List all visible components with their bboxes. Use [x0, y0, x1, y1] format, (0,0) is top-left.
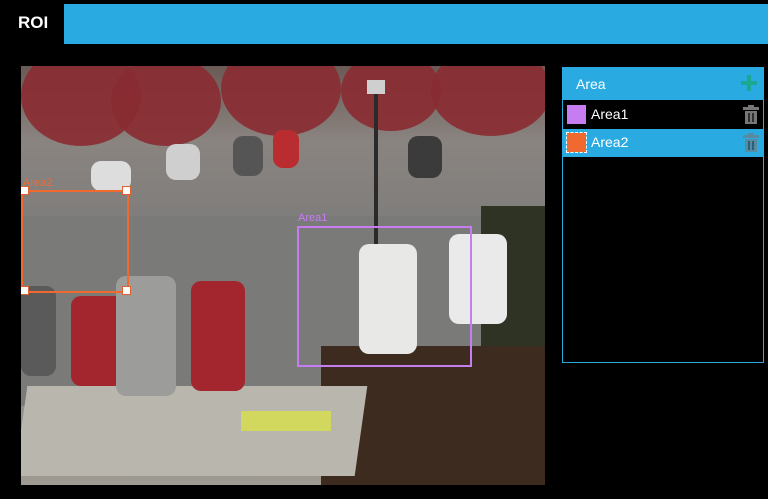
tree [221, 66, 341, 136]
area2-resize-handle-tl[interactable] [21, 186, 29, 195]
trash-icon[interactable] [743, 105, 759, 124]
area2-roi-box[interactable] [21, 190, 129, 293]
trash-icon-bin [745, 111, 757, 124]
area2-resize-handle-bl[interactable] [21, 286, 29, 295]
top-bar: ROI [0, 0, 768, 44]
area-panel: Area Area1 Area2 [562, 67, 764, 363]
painted-stripe [241, 411, 331, 431]
car [191, 281, 245, 391]
tree [111, 66, 221, 146]
area-list-item-area1[interactable]: Area1 [563, 101, 763, 129]
area-label: Area2 [591, 134, 629, 150]
area1-overlay-label: Area1 [298, 212, 328, 224]
color-swatch[interactable] [566, 132, 587, 153]
trash-icon-bin [745, 139, 757, 152]
plus-icon[interactable] [739, 73, 759, 93]
area2-resize-handle-br[interactable] [122, 286, 131, 295]
area-panel-title: Area [576, 76, 606, 92]
car [21, 286, 56, 376]
trash-icon[interactable] [743, 133, 759, 152]
color-swatch[interactable] [567, 105, 586, 124]
car [273, 130, 299, 168]
sidewalk [21, 386, 368, 476]
area1-roi-box[interactable] [297, 226, 472, 367]
area-panel-header: Area [563, 68, 763, 100]
trash-icon-lid [743, 107, 759, 110]
tree [341, 66, 441, 131]
trash-icon-lid [743, 135, 759, 138]
car [233, 136, 263, 176]
light-pole-head [367, 80, 385, 94]
car [408, 136, 442, 178]
car [166, 144, 200, 180]
camera-view[interactable]: Area1 Area2 [21, 66, 545, 485]
area2-resize-handle-tr[interactable] [122, 186, 131, 195]
area-label: Area1 [591, 106, 629, 122]
area-list-item-area2[interactable]: Area2 [563, 129, 763, 157]
tab-roi[interactable]: ROI [0, 0, 64, 44]
header-strip [64, 4, 768, 44]
tree [431, 66, 545, 136]
